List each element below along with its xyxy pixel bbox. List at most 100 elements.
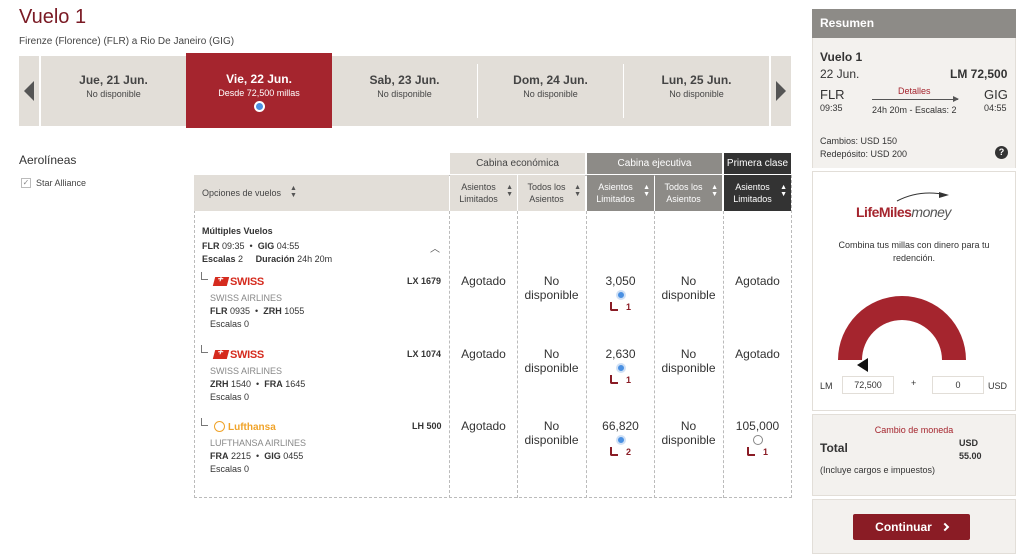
miles-price: 105,000 [735,419,780,433]
flight-number: LH 500 [412,421,442,431]
sort-bus-limited[interactable]: Asientos Limitados ▲ ▼ [587,175,654,211]
segment-route: ZRH 1540 • FRA 1645 [210,379,306,389]
segment-stops: Escalas 0 [210,392,250,402]
details-link[interactable]: Detalles [898,86,931,96]
sort-flight-options[interactable]: Opciones de vuelos ▲ ▼ [194,175,449,211]
flights-table [194,175,792,498]
sort-eco-all[interactable]: Todos los Asientos ▲ ▼ [518,175,585,211]
date-carousel: Jue, 21 Jun. No disponible Sab, 23 Jun. … [19,56,791,126]
column-label: Asientos Limitados [459,182,498,204]
gauge-pointer-handle[interactable] [857,358,868,372]
total-label: Total [820,441,848,455]
duration-value: 24h 20m [297,254,333,264]
total-note: (Incluye cargos e impuestos) [820,465,936,475]
total-currency: USD [959,438,979,448]
summary-origin: FLR [820,87,845,102]
segment-route: FLR 0935 • ZRH 1055 [210,306,305,316]
date-status: No disponible [669,89,724,99]
date-option-jun-24[interactable]: Dom, 24 Jun. No disponible [478,56,623,126]
airline-name: SWISS AIRLINES [210,366,283,376]
next-dates-button[interactable] [769,56,791,126]
segment-stops: Escalas 0 [210,319,250,329]
summary-duration-stops: 24h 20m - Escalas: 2 [872,105,957,115]
miles-price: 3,050 [605,274,636,288]
summary-flight-label: Vuelo 1 [820,50,863,64]
usd-input[interactable]: 0 [932,376,984,394]
column-label: Todos los Asientos [664,182,703,204]
route-subtitle: Firenze (Florence) (FLR) a Rio De Janeir… [19,36,235,47]
summary-dep-time: 09:35 [820,103,843,113]
seat-icon [609,302,618,311]
swiss-logo: SWISS [212,349,264,361]
business-fare-option[interactable]: 2,630 1 [587,347,654,387]
airlines-filter-title: Aerolíneas [19,153,77,167]
stops-label: Escalas [202,254,236,264]
origin-code: FLR [202,241,220,251]
date-label: Dom, 24 Jun. [513,73,588,87]
miles-gauge [838,296,966,360]
sort-first-limited[interactable]: Asientos Limitados ▲ ▼ [724,175,791,211]
bus-all-value: No disponible [661,347,716,375]
date-label: Jue, 21 Jun. [79,73,148,87]
seats-left: 1 [587,373,654,387]
summary-miles: LM 72,500 [950,67,1008,81]
summary-date: 22 Jun. [820,67,860,81]
fare-radio-icon[interactable] [615,290,626,300]
miles-price: 66,820 [602,419,639,433]
destination-code: GIG [257,241,275,251]
eco-limited-value: Agotado [461,419,506,433]
cabin-business-header: Cabina ejecutiva [587,153,722,174]
segment-route: FRA 2215 • GIG 0455 [210,451,304,461]
lm-label: LM [820,381,833,391]
swiss-logo: SWISS [212,276,264,288]
date-status: No disponible [86,89,141,99]
itinerary-times: FLR 09:35 • GIG 04:55 [202,241,300,251]
summary-header: Resumen [812,9,1016,38]
stops-count: 2 [238,254,244,264]
airline-name: SWISS AIRLINES [210,293,283,303]
summary-arr-time: 04:55 [984,103,1007,113]
date-option-jun-25[interactable]: Lun, 25 Jun. No disponible [624,56,769,126]
eco-all-value: No disponible [524,419,579,447]
first-limited-value: Agotado [735,274,780,288]
sort-icon: ▲ ▼ [711,184,718,198]
miles-input[interactable]: 72,500 [842,376,894,394]
bus-all-value: No disponible [661,274,716,302]
business-fare-option[interactable]: 66,820 2 [587,419,654,459]
sort-icon: ▲ ▼ [290,185,297,199]
fare-radio-icon[interactable] [615,363,626,373]
seats-left: 1 [587,300,654,314]
date-option-jun-22-selected[interactable]: Vie, 22 Jun. Desde 72,500 millas [186,53,332,128]
fare-radio-icon[interactable] [615,435,626,445]
date-option-jun-21[interactable]: Jue, 21 Jun. No disponible [41,56,186,126]
star-alliance-label[interactable]: Star Alliance [36,178,86,188]
sort-eco-limited[interactable]: Asientos Limitados ▲ ▼ [450,175,517,211]
segment-stops: Escalas 0 [210,464,250,474]
star-alliance-checkbox[interactable]: ✓ [21,178,31,188]
fare-radio-icon[interactable] [752,435,763,445]
seat-icon [609,447,618,456]
sort-icon: ▲ ▼ [574,184,581,198]
cabin-first-header: Primera clase [724,153,791,174]
flight-number: LX 1074 [407,349,442,359]
business-fare-option[interactable]: 3,050 1 [587,274,654,314]
prev-dates-button[interactable] [19,56,41,126]
continue-button[interactable]: Continuar [853,514,970,540]
currency-change-link[interactable]: Cambio de moneda [812,425,1016,435]
date-option-jun-23[interactable]: Sab, 23 Jun. No disponible [332,56,477,126]
sort-icon: ▲ ▼ [506,184,513,198]
lufthansa-logo: Lufthansa [214,421,276,433]
sort-bus-all[interactable]: Todos los Asientos ▲ ▼ [655,175,722,211]
sort-icon: ▲ ▼ [780,184,787,198]
changes-fee: Cambios: USD 150 [820,136,898,146]
first-fare-option[interactable]: 105,000 1 [724,419,791,459]
help-icon[interactable]: ? [995,146,1008,159]
date-label: Vie, 22 Jun. [226,72,292,86]
collapse-itinerary-icon[interactable]: ︿ [430,240,440,255]
summary-destination: GIG [984,87,1008,102]
itinerary-meta: Escalas 2 Duración 24h 20m [202,254,332,264]
column-label: Opciones de vuelos [202,188,282,198]
seats-left: 1 [724,445,791,459]
date-label: Lun, 25 Jun. [661,73,732,87]
arrival-time: 04:55 [276,241,300,251]
